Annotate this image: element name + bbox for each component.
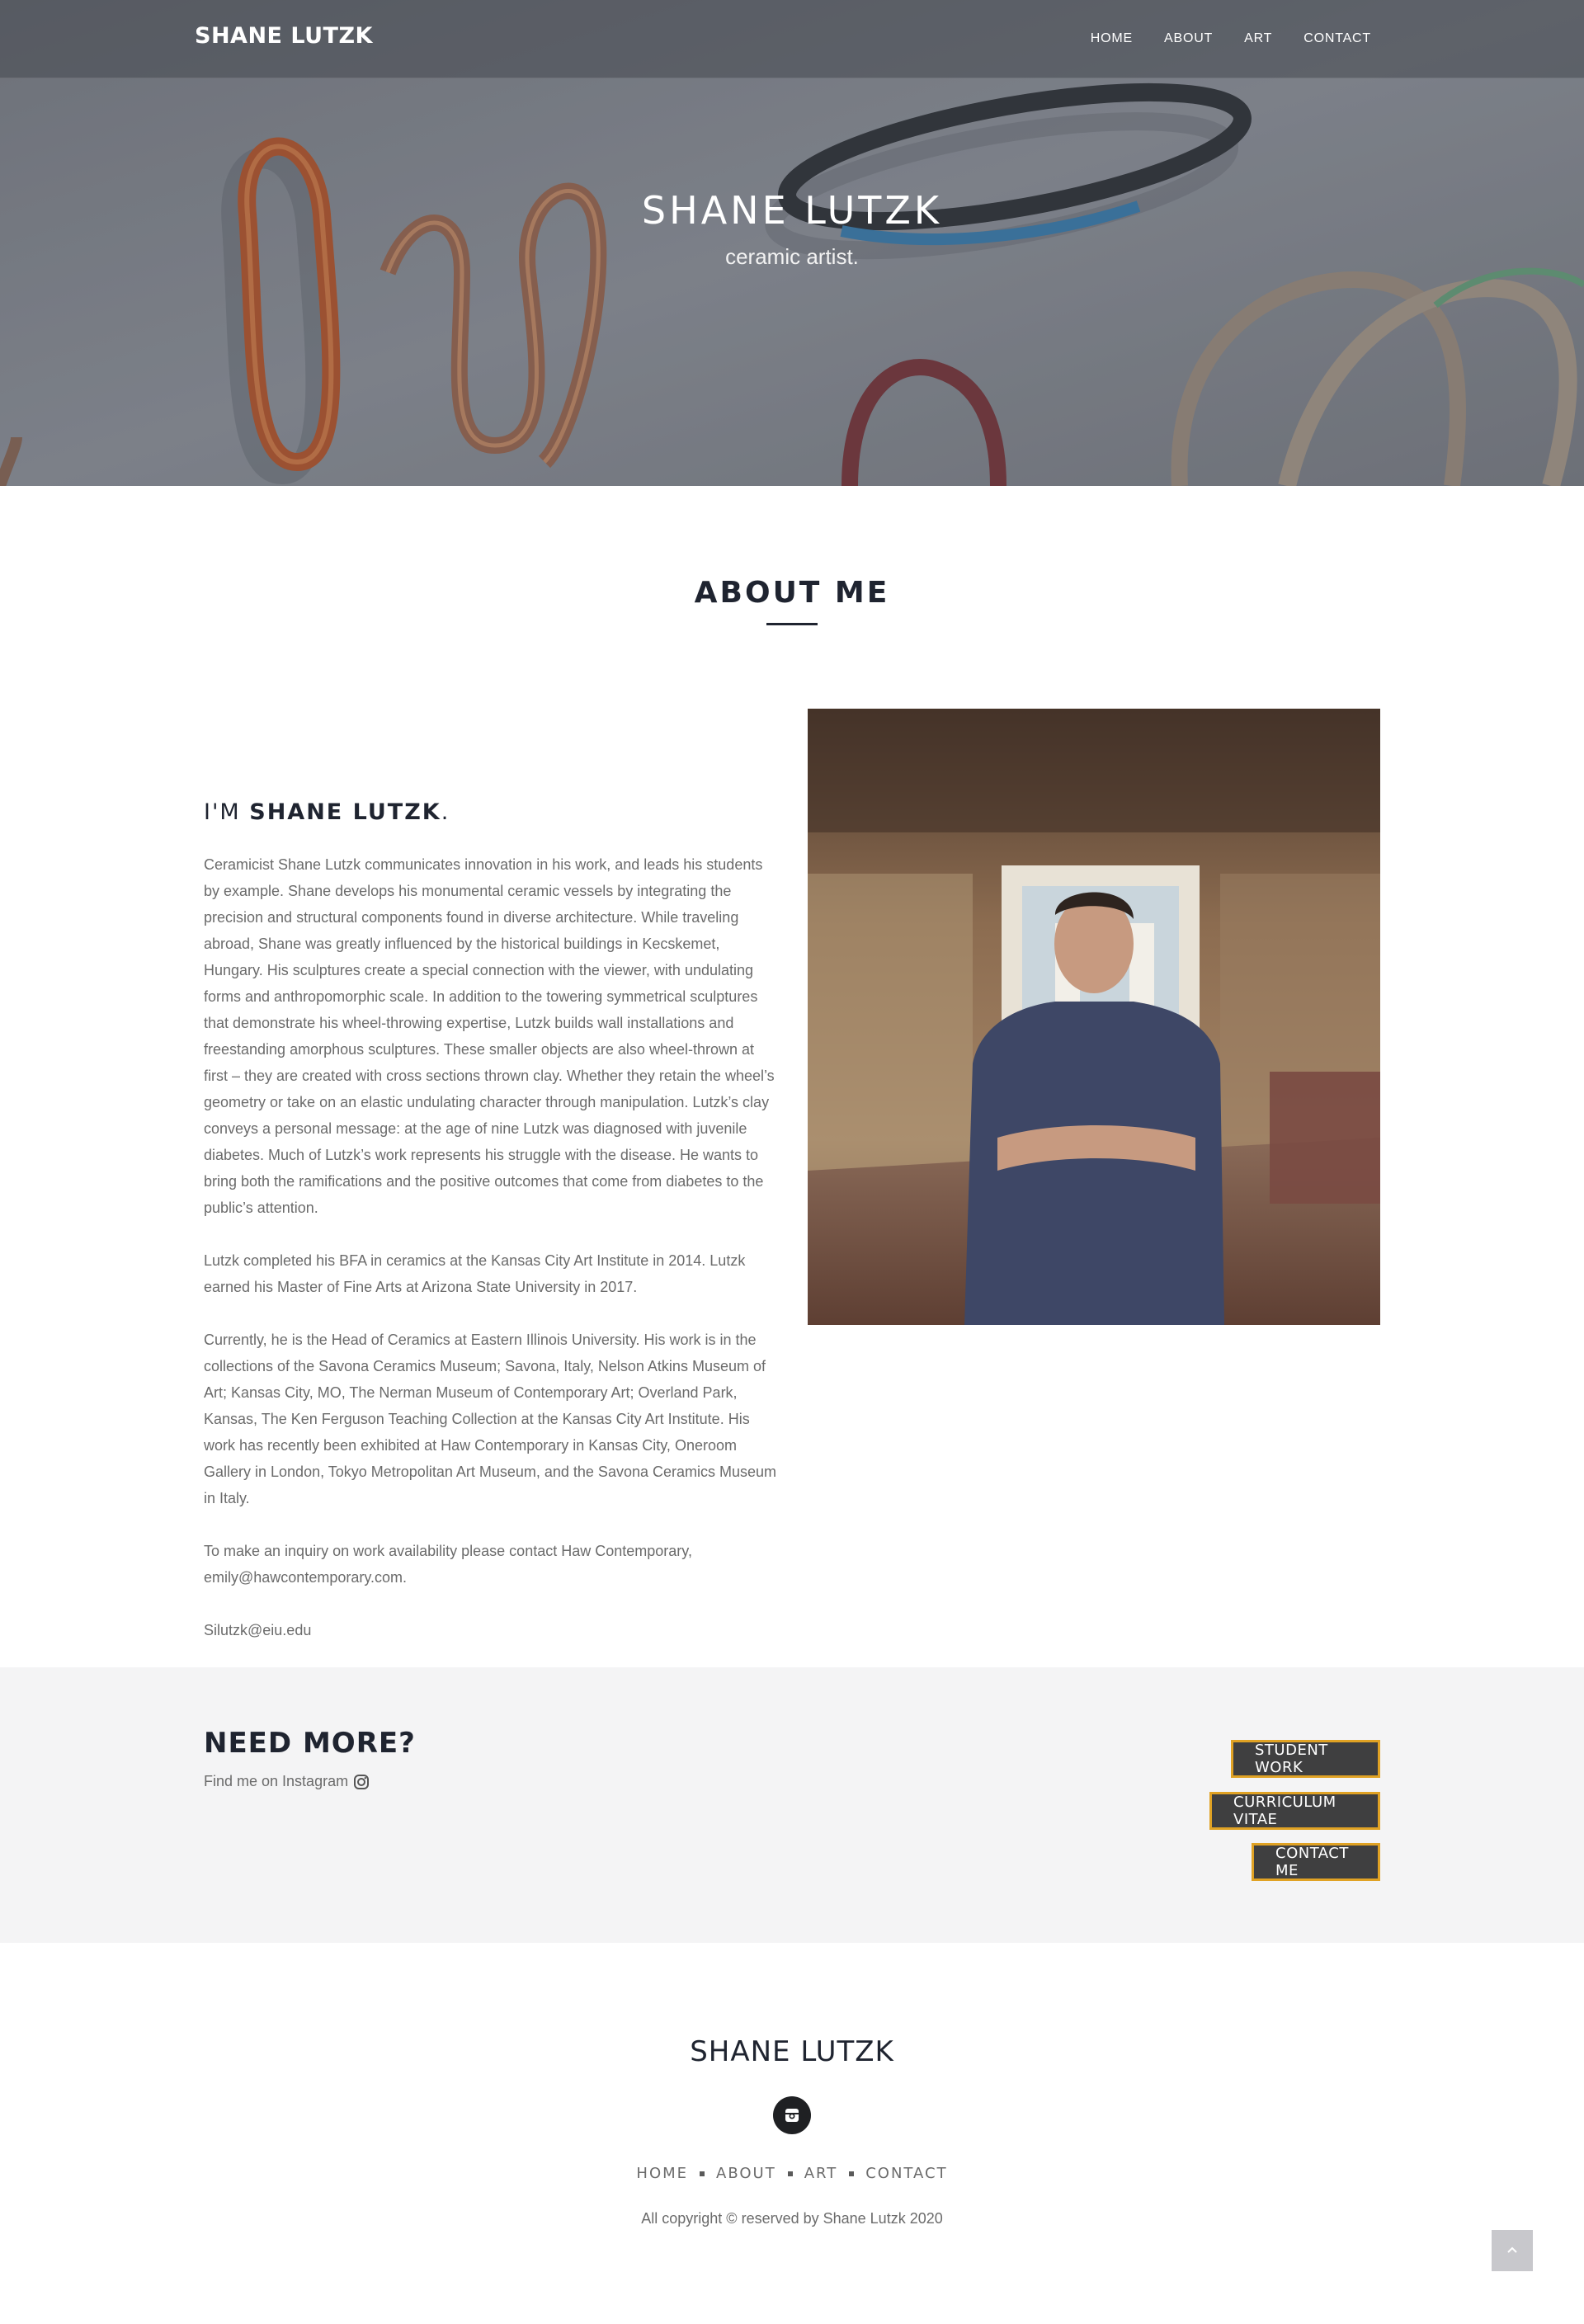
bio-paragraph: To make an inquiry on work availability …: [204, 1543, 692, 1586]
student-work-button[interactable]: STUDENT WORK: [1231, 1740, 1380, 1778]
nav-art[interactable]: ART: [1244, 31, 1272, 46]
about-heading: ABOUT ME: [694, 576, 890, 610]
chevron-up-icon: [1507, 2246, 1517, 2253]
bio-email[interactable]: Silutzk@eiu.edu: [204, 1617, 781, 1643]
nav-about[interactable]: ABOUT: [1164, 31, 1213, 46]
footer-instagram-button[interactable]: [773, 2096, 811, 2134]
about-intro: I'M SHANE LUTZK.: [204, 799, 450, 825]
about-bio: Ceramicist Shane Lutzk communicates inno…: [204, 851, 781, 1670]
about-divider: [766, 623, 818, 625]
curriculum-vitae-button[interactable]: CURRICULUM VITAE: [1209, 1792, 1380, 1830]
footer-link-about[interactable]: ABOUT: [716, 2165, 776, 2182]
copyright-text: All copyright © reserved by Shane Lutzk …: [641, 2210, 943, 2227]
footer-separator: [849, 2171, 855, 2176]
top-navbar: SHANE LUTZK HOME ABOUT ART CONTACT: [0, 0, 1584, 78]
bio-paragraph: Lutzk completed his BFA in ceramics at t…: [204, 1252, 746, 1295]
need-more-title: NEED MORE?: [204, 1727, 416, 1760]
footer-link-art[interactable]: ART: [804, 2165, 838, 2182]
intro-suffix: .: [441, 799, 450, 825]
nav-home[interactable]: HOME: [1091, 31, 1133, 46]
hero-banner: SHANE LUTZK HOME ABOUT ART CONTACT SHANE…: [0, 0, 1584, 486]
bio-paragraph: Currently, he is the Head of Ceramics at…: [204, 1332, 777, 1506]
instagram-icon: [785, 2109, 799, 2122]
intro-prefix: I'M: [204, 799, 250, 825]
footer-link-home[interactable]: HOME: [636, 2165, 688, 2182]
instagram-line: Find me on Instagram: [204, 1773, 370, 1790]
footer-brand: SHANE LUTZK: [690, 2035, 894, 2068]
footer-separator: [787, 2171, 793, 2176]
intro-name: SHANE LUTZK: [249, 799, 441, 825]
footer-nav: HOME ABOUT ART CONTACT: [0, 2165, 1584, 2182]
site-logo[interactable]: SHANE LUTZK: [195, 23, 373, 49]
instagram-icon[interactable]: [353, 1774, 370, 1790]
portrait-image: [808, 709, 1380, 1325]
hero-title: SHANE LUTZK: [641, 188, 943, 233]
hero-subtitle: ceramic artist.: [725, 244, 859, 269]
main-nav: HOME ABOUT ART CONTACT: [1091, 31, 1371, 46]
back-to-top-button[interactable]: [1492, 2230, 1533, 2271]
bio-paragraph: Ceramicist Shane Lutzk communicates inno…: [204, 856, 775, 1216]
instagram-text: Find me on Instagram: [204, 1773, 349, 1789]
nav-contact[interactable]: CONTACT: [1304, 31, 1371, 46]
footer-separator: [700, 2171, 705, 2176]
footer-link-contact[interactable]: CONTACT: [865, 2165, 947, 2182]
contact-me-button[interactable]: CONTACT ME: [1252, 1843, 1380, 1881]
artist-portrait: [808, 709, 1380, 1325]
